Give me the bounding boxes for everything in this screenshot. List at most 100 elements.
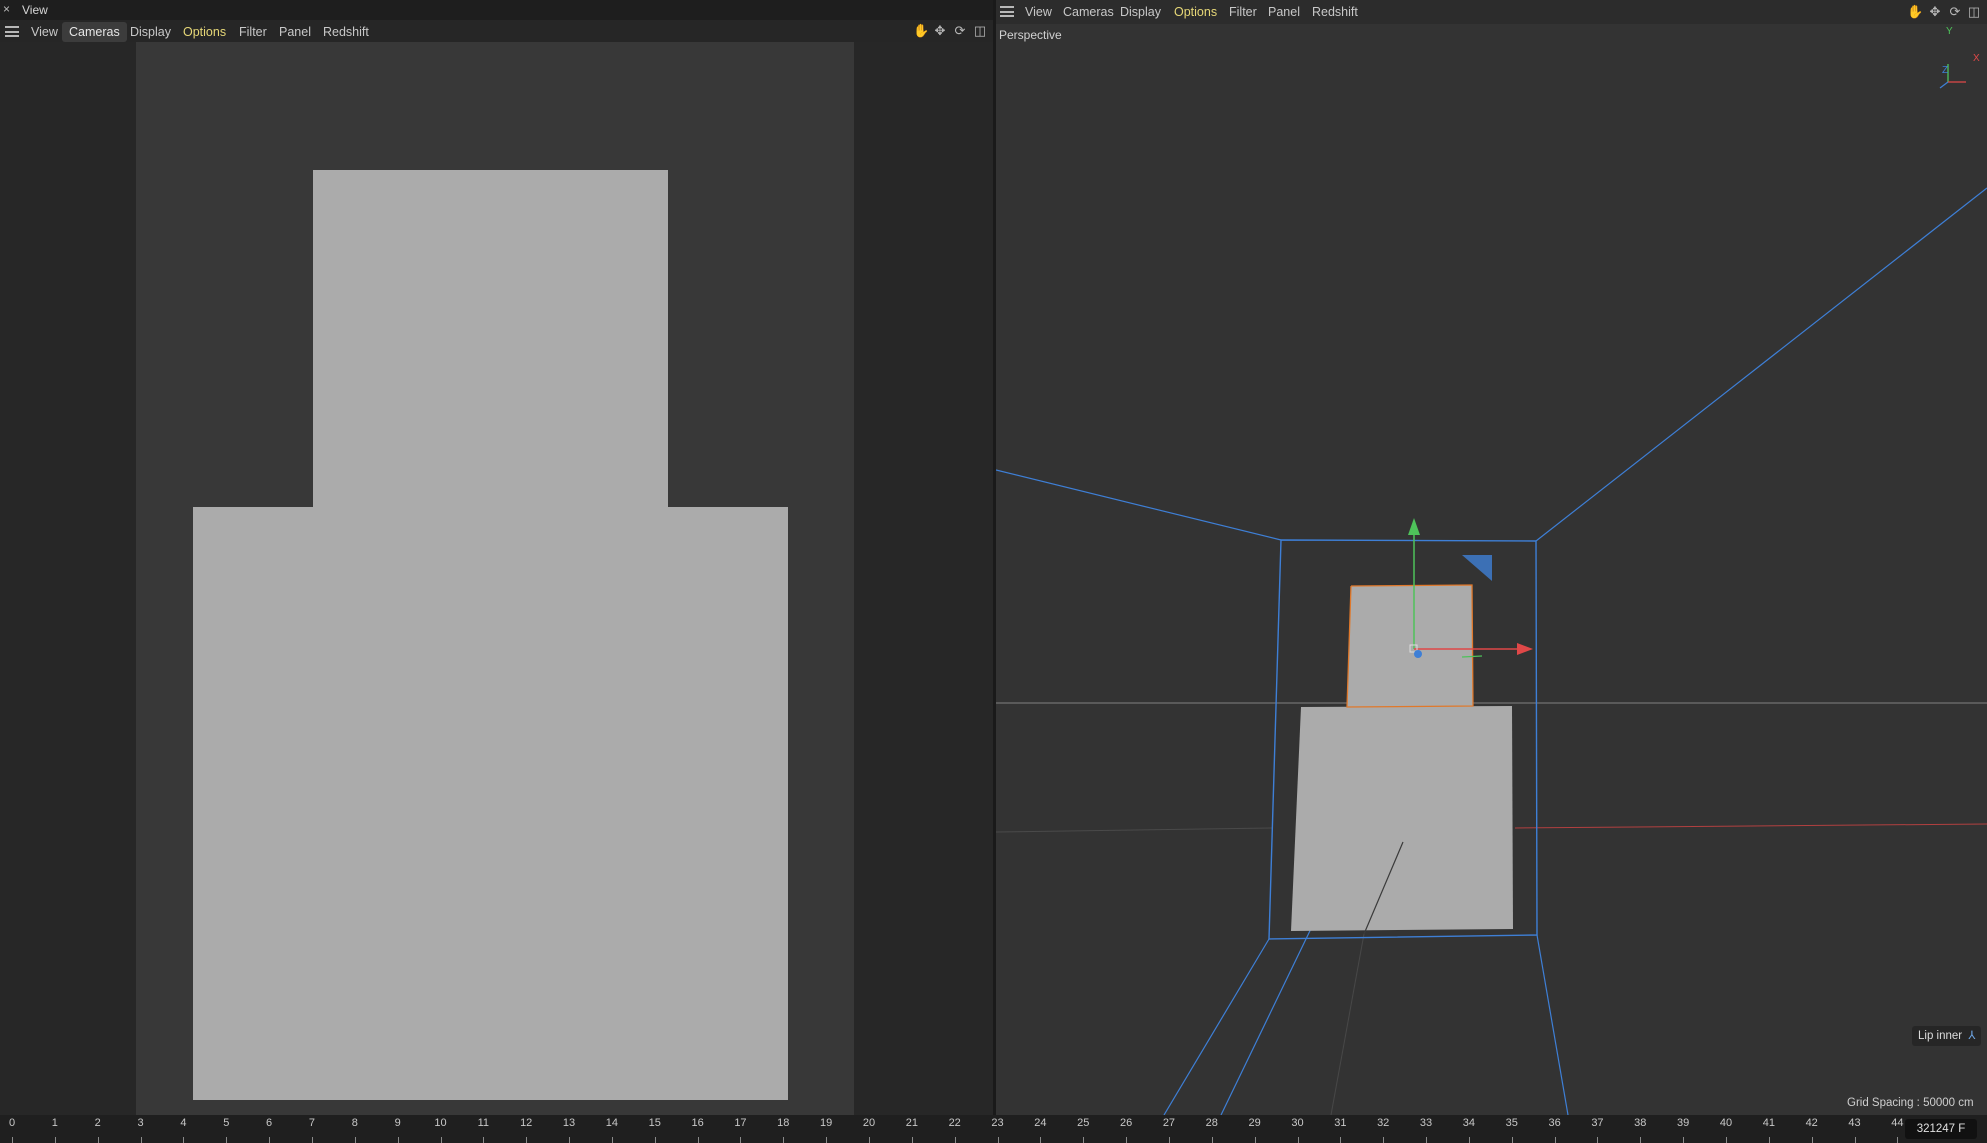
timeline-tick-label: 7 <box>308 1117 315 1129</box>
timeline-tick-mark <box>526 1137 528 1143</box>
timeline-tick-label: 19 <box>820 1117 833 1129</box>
frustum-line <box>996 469 1282 541</box>
timeline-tick-mark <box>611 1137 613 1143</box>
timeline-tick-label: 43 <box>1848 1117 1861 1129</box>
axis-z-label: Z <box>1942 65 1949 76</box>
menu-panel[interactable]: Panel <box>272 22 318 42</box>
timeline-tick-mark <box>1383 1137 1385 1143</box>
timeline-tick-label: 8 <box>351 1117 358 1129</box>
timeline-tick-mark <box>997 1137 999 1143</box>
timeline-tick-mark <box>1468 1137 1470 1143</box>
timeline-tick-mark <box>226 1137 228 1143</box>
axis-y-label: Y <box>1946 26 1953 37</box>
timeline-tick-label: 14 <box>605 1117 619 1129</box>
object-top-block[interactable] <box>313 170 668 508</box>
hand-move-icon[interactable]: ✋ <box>913 23 929 39</box>
timeline-tick-mark <box>1554 1137 1556 1143</box>
timeline-tick-label: 31 <box>1334 1117 1347 1129</box>
menu-cameras[interactable]: Cameras <box>62 22 127 42</box>
timeline-tick-mark <box>12 1137 13 1143</box>
timeline-tick-label: 5 <box>223 1117 230 1129</box>
menu-view[interactable]: View <box>24 22 65 42</box>
timeline-tick-label: 37 <box>1591 1117 1604 1129</box>
timeline-tick-label: 3 <box>137 1117 144 1129</box>
timeline-tick-label: 4 <box>180 1117 187 1129</box>
timeline-tick-mark <box>654 1137 656 1143</box>
timeline-tick-mark <box>1768 1137 1770 1143</box>
move-down-icon[interactable]: ✥ <box>932 23 948 39</box>
timeline-tick-mark <box>740 1137 742 1143</box>
move-down-icon[interactable]: ✥ <box>1927 4 1943 20</box>
timeline-tick-label: 42 <box>1805 1117 1818 1129</box>
object-bottom-block <box>1291 706 1513 931</box>
timeline-tick-label: 39 <box>1677 1117 1690 1129</box>
maximize-icon[interactable]: ◫ <box>1966 4 1982 20</box>
right-menubar: View Cameras Display Options Filter Pane… <box>996 0 1987 24</box>
object-axis-icon: ⅄ <box>1968 1030 1976 1042</box>
selected-object-name: Lip inner <box>1918 1030 1963 1042</box>
left-titlebar: × View <box>0 0 993 20</box>
current-frame-field[interactable]: 321247 F <box>1905 1119 1977 1139</box>
timeline-tick-label: 40 <box>1719 1117 1733 1129</box>
timeline-tick-mark <box>311 1137 313 1143</box>
gizmo-z-dot <box>1414 650 1422 658</box>
timeline-tick-label: 20 <box>862 1117 876 1129</box>
timeline-tick-mark <box>1340 1137 1342 1143</box>
timeline-tick-mark <box>1254 1137 1256 1143</box>
hamburger-menu-icon[interactable] <box>5 26 19 37</box>
selected-object-label[interactable]: Lip inner ⅄ <box>1912 1026 1982 1046</box>
world-x-axis-line <box>996 827 1273 833</box>
menu-filter[interactable]: Filter <box>232 22 274 42</box>
timeline-tick-mark <box>1597 1137 1599 1143</box>
gizmo-x-arrow <box>1517 643 1533 655</box>
timeline-tick-label: 38 <box>1634 1117 1647 1129</box>
timeline-tick-mark <box>911 1137 913 1143</box>
timeline-tick-label: 15 <box>648 1117 661 1129</box>
timeline-tick-mark <box>1426 1137 1428 1143</box>
object-bottom-block[interactable] <box>193 507 788 1100</box>
timeline-tick-mark <box>1683 1137 1685 1143</box>
timeline-tick-mark <box>1726 1137 1727 1143</box>
rotate-icon[interactable]: ⟳ <box>1947 4 1963 20</box>
maximize-icon[interactable]: ◫ <box>972 23 988 39</box>
timeline-ticks: 0 1 2 3 4 5 6 7 8 9 10 11 12 13 14 15 16 17 18 19 20 21 22 23 24… <box>0 1115 1987 1143</box>
menu-panel[interactable]: Panel <box>1261 2 1307 22</box>
timeline-tick-mark <box>440 1137 442 1143</box>
timeline-tick-mark <box>569 1137 571 1143</box>
menu-redshift[interactable]: Redshift <box>316 22 376 42</box>
timeline-tick-label: 34 <box>1462 1117 1476 1129</box>
menu-display[interactable]: Display <box>1113 2 1168 22</box>
menu-redshift[interactable]: Redshift <box>1305 2 1365 22</box>
timeline-tick-label: 25 <box>1077 1117 1090 1129</box>
perspective-scene[interactable] <box>996 24 1987 1115</box>
menu-filter[interactable]: Filter <box>1222 2 1264 22</box>
gizmo-y-arrow <box>1408 518 1420 535</box>
timeline-tick-mark <box>1126 1137 1128 1143</box>
camera-marker <box>1462 555 1492 581</box>
timeline-tick-mark <box>483 1137 485 1143</box>
timeline-tick-label: 21 <box>905 1117 918 1129</box>
rotate-icon[interactable]: ⟳ <box>952 23 968 39</box>
timeline-tick-label: 13 <box>562 1117 576 1129</box>
timeline-tick-mark <box>1040 1137 1042 1143</box>
timeline-tick-mark <box>1811 1137 1813 1143</box>
grid-spacing-readout: Grid Spacing : 50000 cm <box>1847 1097 1974 1109</box>
timeline-tick-label: 6 <box>266 1117 273 1129</box>
timeline-tick-mark <box>869 1137 870 1143</box>
timeline-tick-label: 22 <box>948 1117 961 1129</box>
hand-move-icon[interactable]: ✋ <box>1907 4 1923 20</box>
menu-view[interactable]: View <box>1018 2 1059 22</box>
timeline-tick-mark <box>826 1137 828 1143</box>
hamburger-menu-icon[interactable] <box>1000 6 1014 17</box>
frustum-line <box>1163 938 1270 1115</box>
close-icon[interactable]: × <box>3 2 10 16</box>
menu-options[interactable]: Options <box>176 22 233 42</box>
timeline-tick-mark <box>1168 1137 1170 1143</box>
menu-options[interactable]: Options <box>1167 2 1224 22</box>
menu-display[interactable]: Display <box>123 22 178 42</box>
timeline-tick-label: 11 <box>477 1117 490 1129</box>
menu-cameras[interactable]: Cameras <box>1056 2 1121 22</box>
viewport-label: Perspective <box>999 28 1062 42</box>
timeline-tick-label: 18 <box>777 1117 790 1129</box>
timeline-tick-mark <box>54 1137 56 1143</box>
